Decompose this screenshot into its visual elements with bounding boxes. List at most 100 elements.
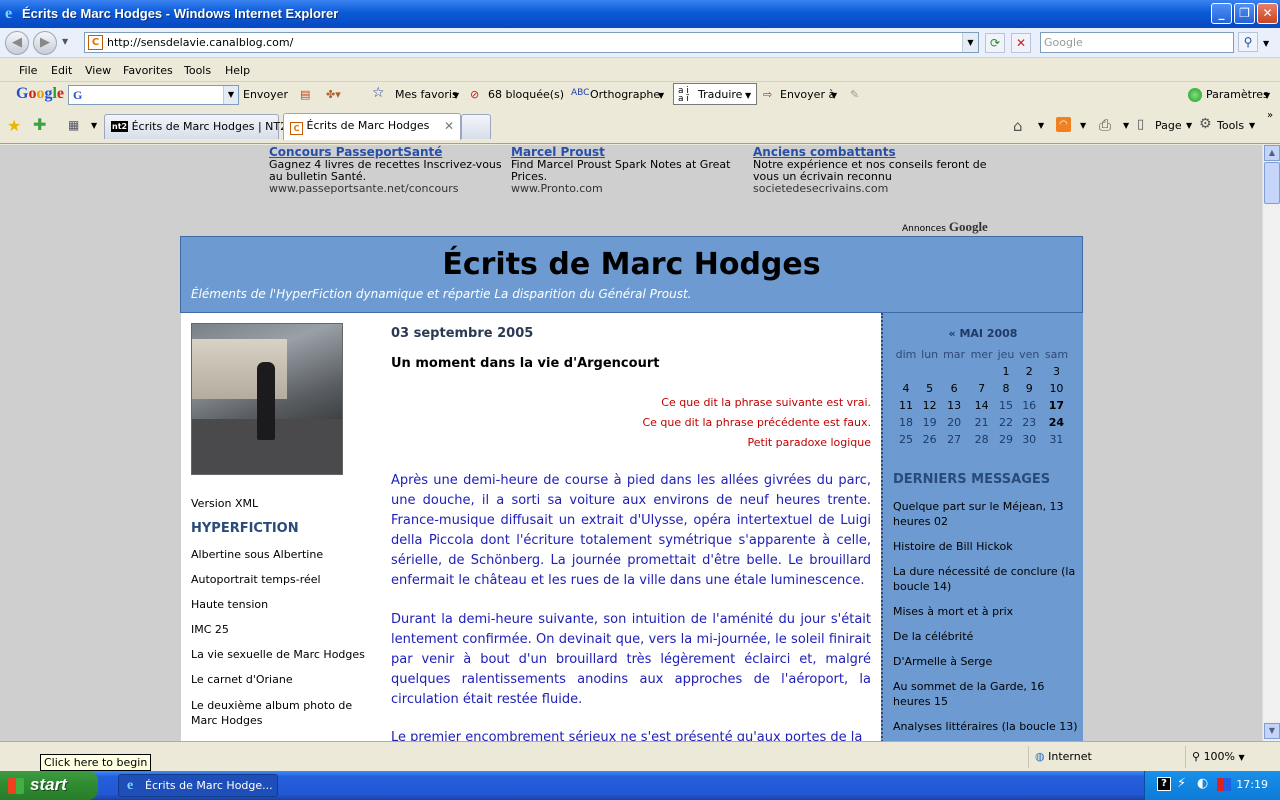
tab-list-dropdown-icon[interactable]: ▼	[91, 121, 97, 130]
vertical-scrollbar[interactable]: ▲ ▼	[1262, 145, 1280, 741]
search-input[interactable]: Google	[1040, 32, 1234, 53]
address-bar[interactable]: C http://sensdelavie.canalblog.com/ ▼	[84, 32, 979, 53]
menu-help[interactable]: Help	[225, 64, 250, 77]
ie-tray-icon[interactable]: ◐	[1197, 776, 1208, 791]
forward-button[interactable]: ▶	[33, 31, 57, 55]
sidebar-link[interactable]: Autoportrait temps-réel	[191, 573, 321, 586]
recent-post-link[interactable]: Au sommet de la Garde, 16 heures 15	[893, 679, 1078, 709]
favoris-dropdown-icon[interactable]: ▼	[453, 91, 459, 100]
tools-menu-button[interactable]: Tools	[1217, 119, 1244, 132]
sidebar-link[interactable]: Haute tension	[191, 598, 268, 611]
recent-post-link[interactable]: Mises à mort et à prix	[893, 604, 1078, 619]
scroll-thumb[interactable]	[1264, 162, 1280, 204]
calendar-day[interactable]: 25	[893, 431, 919, 448]
calendar-day[interactable]: 17	[1042, 397, 1071, 414]
sidebar-link[interactable]: Le carnet d'Oriane	[191, 673, 293, 686]
tab-close-icon[interactable]: ✕	[444, 119, 454, 133]
calendar-day[interactable]: 9	[1017, 380, 1042, 397]
envoyer-a-button[interactable]: Envoyer à	[780, 88, 835, 101]
sidebar-link[interactable]: IMC 25	[191, 623, 229, 636]
recent-post-link[interactable]: Analyses littéraires (la boucle 13)	[893, 719, 1078, 734]
history-dropdown-icon[interactable]: ▼	[62, 37, 68, 46]
news-icon[interactable]: ▤	[300, 88, 310, 101]
feeds-icon[interactable]: ◠	[1056, 117, 1071, 132]
traduire-button[interactable]: a ia ĭ Traduire ▼	[673, 83, 757, 105]
google-dropdown-icon[interactable]: ▼	[223, 86, 238, 104]
print-dropdown-icon[interactable]: ▼	[1123, 121, 1129, 130]
calendar-day[interactable]: 29	[995, 431, 1016, 448]
recent-post-link[interactable]: De la célébrité	[893, 629, 1078, 644]
calendar-day[interactable]: 12	[919, 397, 940, 414]
search-icon[interactable]: ⚲	[1238, 32, 1258, 52]
calendar-day[interactable]: 22	[995, 414, 1016, 431]
security-zone[interactable]: ◍ Internet	[1028, 746, 1183, 768]
calendar-day[interactable]: 2	[1017, 363, 1042, 380]
envoyer-dropdown-icon[interactable]: ▼	[831, 91, 837, 100]
add-favorite-icon[interactable]: ✚	[33, 115, 46, 134]
security-tray-icon[interactable]	[1217, 778, 1231, 791]
ad-3-link[interactable]: Anciens combattants	[753, 145, 993, 159]
calendar-day[interactable]: 30	[1017, 431, 1042, 448]
calendar-day[interactable]: 24	[1042, 414, 1071, 431]
mes-favoris-button[interactable]: Mes favoris	[395, 88, 458, 101]
google-search-input[interactable]: G ▼	[68, 85, 239, 105]
highlighter-icon[interactable]: ✎	[850, 88, 859, 101]
puzzle-icon[interactable]: ✤▾	[326, 88, 341, 101]
sidebar-link[interactable]: Le deuxième album photo de Marc Hodges	[191, 698, 366, 728]
tools-dropdown-icon[interactable]: ▼	[1249, 121, 1255, 130]
address-url[interactable]: http://sensdelavie.canalblog.com/	[107, 36, 293, 49]
minimize-button[interactable]: _	[1211, 3, 1232, 24]
scroll-down-icon[interactable]: ▼	[1264, 723, 1280, 739]
calendar-day[interactable]: 11	[893, 397, 919, 414]
calendar-day[interactable]: 18	[893, 414, 919, 431]
close-button[interactable]: ✕	[1257, 3, 1278, 24]
parametres-dropdown-icon[interactable]: ▼	[1264, 91, 1270, 100]
calendar-day[interactable]: 13	[940, 397, 968, 414]
calendar-day[interactable]: 10	[1042, 380, 1071, 397]
calendar-day[interactable]: 26	[919, 431, 940, 448]
menu-tools[interactable]: Tools	[184, 64, 211, 77]
calendar-day[interactable]: 8	[995, 380, 1016, 397]
sidebar-link[interactable]: Albertine sous Albertine	[191, 548, 323, 561]
ad-1-url[interactable]: www.passeportsante.net/concours	[269, 183, 509, 195]
annonces-google-link[interactable]: Annonces Google	[902, 219, 988, 235]
popup-blocked-count[interactable]: 68 bloquée(s)	[488, 88, 564, 101]
calendar-day[interactable]: 31	[1042, 431, 1071, 448]
menu-favorites[interactable]: Favorites	[123, 64, 173, 77]
menu-view[interactable]: View	[85, 64, 111, 77]
home-dropdown-icon[interactable]: ▼	[1038, 121, 1044, 130]
ad-2-link[interactable]: Marcel Proust	[511, 145, 741, 159]
zoom-control[interactable]: ⚲ 100% ▼	[1185, 746, 1280, 768]
calendar-day[interactable]: 5	[919, 380, 940, 397]
ad-1-link[interactable]: Concours PasseportSanté	[269, 145, 509, 159]
search-options-icon[interactable]: ▼	[1263, 39, 1269, 48]
tab-2-active[interactable]: C Écrits de Marc Hodges ✕	[283, 113, 461, 140]
print-icon[interactable]: ⎙	[1099, 116, 1111, 134]
page-menu-button[interactable]: Page	[1155, 119, 1182, 132]
calendar-day[interactable]: 1	[995, 363, 1016, 380]
home-icon[interactable]: ⌂	[1013, 117, 1023, 135]
refresh-icon[interactable]: ⟳	[985, 33, 1005, 53]
chevron-more-icon[interactable]: »	[1267, 110, 1273, 121]
orthographe-dropdown-icon[interactable]: ▼	[658, 91, 664, 100]
page-dropdown-icon[interactable]: ▼	[1186, 121, 1192, 130]
start-button[interactable]: start	[0, 771, 98, 800]
profile-photo[interactable]	[191, 323, 343, 475]
feeds-dropdown-icon[interactable]: ▼	[1080, 121, 1086, 130]
favorites-center-icon[interactable]: ★	[7, 116, 21, 135]
recent-post-link[interactable]: Histoire de Bill Hickok	[893, 539, 1078, 554]
calendar-day[interactable]: 23	[1017, 414, 1042, 431]
blog-title[interactable]: Écrits de Marc Hodges	[181, 247, 1082, 282]
maximize-button[interactable]: ❐	[1234, 3, 1255, 24]
recent-post-link[interactable]: Quelque part sur le Méjean, 13 heures 02	[893, 499, 1078, 529]
sidebar-link[interactable]: La vie sexuelle de Marc Hodges	[191, 648, 365, 661]
calendar-day[interactable]: 16	[1017, 397, 1042, 414]
taskbar-ie-window[interactable]: e Écrits de Marc Hodge...	[118, 774, 278, 797]
network-tray-icon[interactable]: ⚡	[1177, 776, 1186, 791]
recent-post-link[interactable]: D'Armelle à Serge	[893, 654, 1078, 669]
calendar-day[interactable]: 19	[919, 414, 940, 431]
menu-edit[interactable]: Edit	[51, 64, 72, 77]
calendar-day[interactable]: 28	[968, 431, 996, 448]
ad-3-url[interactable]: societedesecrivains.com	[753, 183, 993, 195]
calendar-day[interactable]: 21	[968, 414, 996, 431]
